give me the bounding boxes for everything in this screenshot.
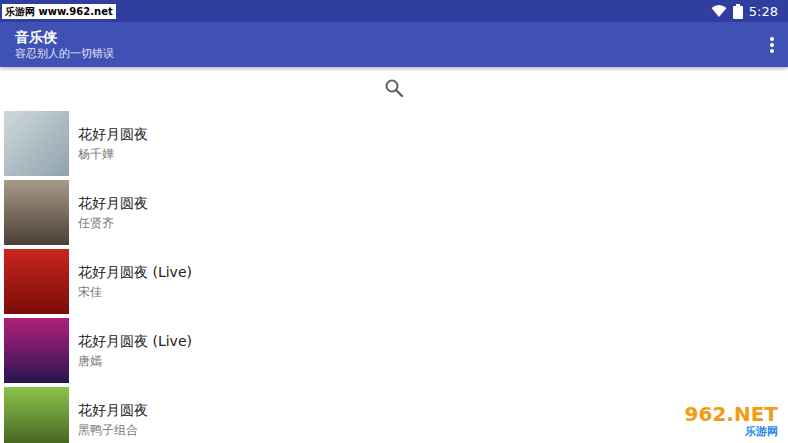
overflow-menu-icon[interactable] (764, 35, 780, 55)
watermark-bottom: 962.NET乐游网 (681, 402, 782, 439)
app-titles: 音乐侠容忍别人的一切错误 (15, 29, 114, 61)
search-bar (0, 67, 788, 109)
song-row[interactable]: 花好月圆夜任贤齐 (0, 178, 788, 247)
album-cover (4, 180, 69, 245)
song-title: 花好月圆夜 (78, 126, 148, 143)
song-title: 花好月圆夜 (78, 402, 148, 419)
song-title: 花好月圆夜 (78, 195, 148, 212)
song-row[interactable]: 花好月圆夜黑鸭子组合 (0, 385, 788, 443)
battery-icon (733, 4, 743, 19)
clock: 5:28 (749, 4, 778, 19)
wifi-icon (711, 4, 727, 18)
song-row[interactable]: 花好月圆夜 (Live) 唐嫣 (0, 316, 788, 385)
song-row[interactable]: 花好月圆夜杨千嬅 (0, 109, 788, 178)
song-artist: 黑鸭子组合 (78, 423, 148, 438)
app-bar: 音乐侠容忍别人的一切错误 (0, 22, 788, 67)
song-title: 花好月圆夜 (Live) (78, 264, 192, 281)
song-texts: 花好月圆夜任贤齐 (78, 195, 148, 231)
album-cover (4, 387, 69, 443)
song-artist: 任贤齐 (78, 216, 148, 231)
song-row[interactable]: 花好月圆夜 (Live) 宋佳 (0, 247, 788, 316)
watermark-brand: 962.NET (685, 403, 778, 425)
song-artist: 杨千嬅 (78, 147, 148, 162)
album-cover (4, 318, 69, 383)
watermark-top: 乐游网 www.962.net (2, 4, 116, 19)
song-artist: 宋佳 (78, 285, 192, 300)
search-icon[interactable] (384, 78, 404, 98)
status-bar: 5:28 (0, 0, 788, 22)
album-cover (4, 111, 69, 176)
song-artist: 唐嫣 (78, 354, 192, 369)
song-texts: 花好月圆夜黑鸭子组合 (78, 402, 148, 438)
song-texts: 花好月圆夜 (Live) 唐嫣 (78, 333, 192, 369)
song-title: 花好月圆夜 (Live) (78, 333, 192, 350)
album-cover (4, 249, 69, 314)
app-title: 音乐侠 (15, 29, 114, 46)
watermark-site: 乐游网 (745, 425, 778, 438)
song-texts: 花好月圆夜杨千嬅 (78, 126, 148, 162)
song-texts: 花好月圆夜 (Live) 宋佳 (78, 264, 192, 300)
song-list: 花好月圆夜杨千嬅花好月圆夜任贤齐花好月圆夜 (Live)宋佳花好月圆夜 (Liv… (0, 109, 788, 443)
app-subtitle: 容忍别人的一切错误 (15, 47, 114, 61)
